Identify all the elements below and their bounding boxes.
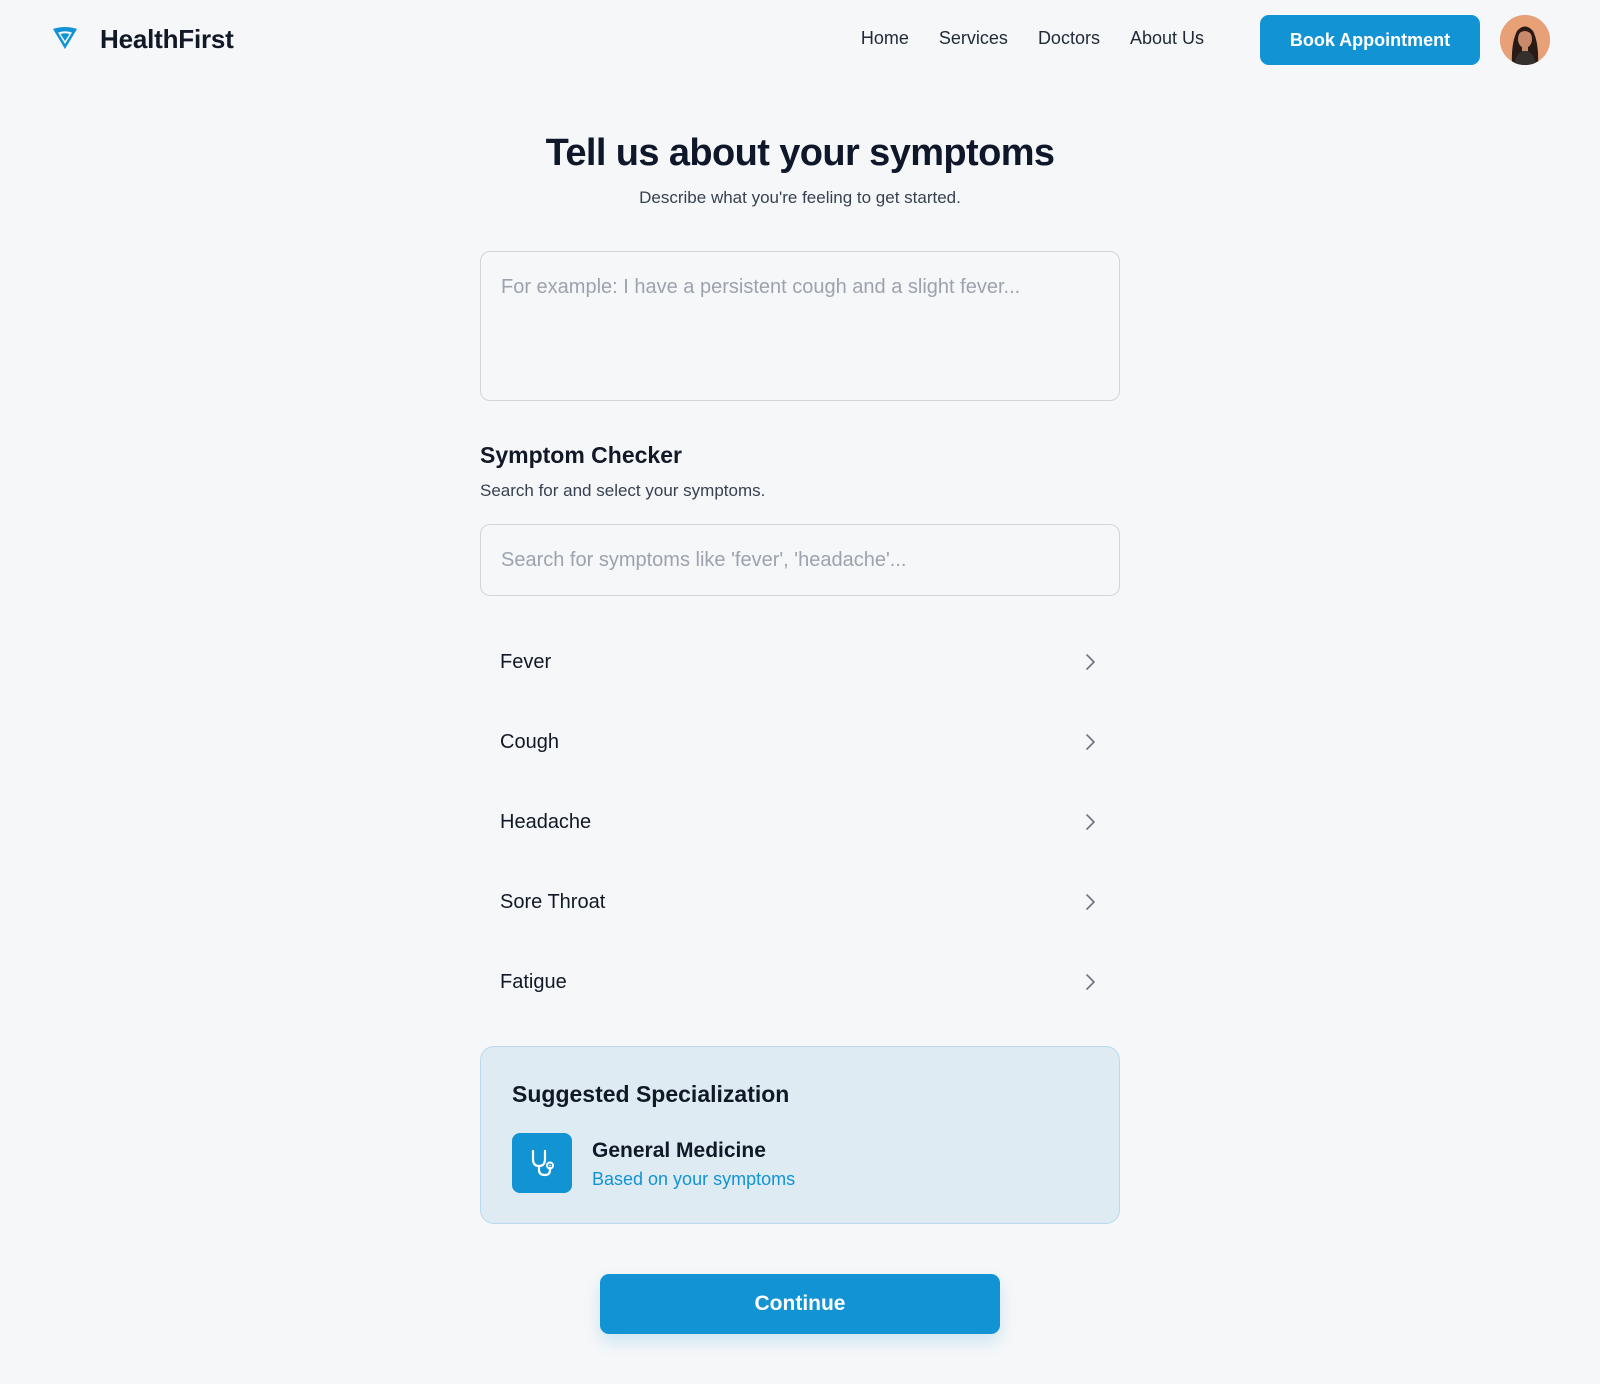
book-appointment-button[interactable]: Book Appointment <box>1260 15 1480 65</box>
user-avatar[interactable] <box>1500 15 1550 65</box>
symptom-search-input[interactable] <box>480 524 1120 596</box>
stethoscope-icon <box>512 1133 572 1193</box>
site-header: HealthFirst Home Services Doctors About … <box>0 0 1600 80</box>
symptom-item-fever[interactable]: Fever <box>480 622 1120 702</box>
nav-services[interactable]: Services <box>939 28 1008 49</box>
nav-about-us[interactable]: About Us <box>1130 28 1204 49</box>
brand-name: HealthFirst <box>100 24 234 54</box>
nav-home[interactable]: Home <box>861 28 909 49</box>
symptom-item-cough[interactable]: Cough <box>480 702 1120 782</box>
suggested-specialization-card: Suggested Specialization General Medicin… <box>480 1046 1120 1224</box>
symptom-checker-title: Symptom Checker <box>480 442 682 468</box>
chevron-right-icon <box>1086 734 1095 750</box>
main-nav: Home Services Doctors About Us <box>861 28 1204 49</box>
nav-doctors[interactable]: Doctors <box>1038 28 1100 49</box>
symptom-item-fatigue[interactable]: Fatigue <box>480 942 1120 1022</box>
symptom-label: Cough <box>500 730 559 753</box>
page-title: Tell us about your symptoms <box>545 132 1055 174</box>
shield-drop-icon <box>53 27 77 49</box>
symptom-label: Fatigue <box>500 970 567 993</box>
page-subtitle: Describe what you're feeling to get star… <box>639 188 961 207</box>
avatar-image <box>1500 15 1550 65</box>
chevron-right-icon <box>1086 894 1095 910</box>
symptom-item-headache[interactable]: Headache <box>480 782 1120 862</box>
suggested-specialization-title: Suggested Specialization <box>512 1081 790 1107</box>
chevron-right-icon <box>1086 814 1095 830</box>
brand-logo[interactable]: HealthFirst <box>50 22 234 54</box>
symptom-list: Fever Cough Headache Sore Throat Fatigue <box>480 622 1120 1022</box>
symptom-description-field[interactable] <box>480 251 1120 401</box>
symptom-label: Sore Throat <box>500 890 606 913</box>
continue-button[interactable]: Continue <box>600 1274 1000 1334</box>
specialization-note: Based on your symptoms <box>592 1169 796 1189</box>
specialization-name: General Medicine <box>592 1139 766 1162</box>
symptom-item-sore-throat[interactable]: Sore Throat <box>480 862 1120 942</box>
symptom-label: Fever <box>500 650 552 673</box>
chevron-right-icon <box>1086 654 1095 670</box>
chevron-right-icon <box>1086 974 1095 990</box>
symptom-label: Headache <box>500 810 592 833</box>
symptom-checker-subtitle: Search for and select your symptoms. <box>480 481 766 500</box>
